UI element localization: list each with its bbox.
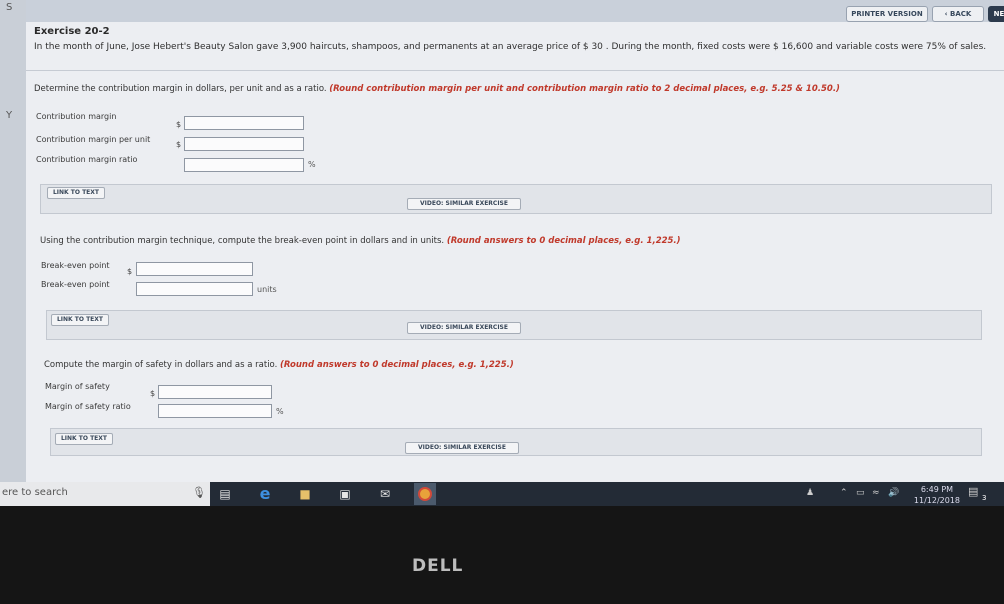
contribution-margin-currency: $	[176, 120, 182, 129]
contribution-margin-input[interactable]	[184, 116, 304, 130]
margin-of-safety-input[interactable]	[158, 385, 272, 399]
margin-of-safety-ratio-input[interactable]	[158, 404, 272, 418]
notification-count: 3	[982, 494, 987, 502]
action-center-icon[interactable]: ▤	[968, 485, 978, 498]
part2-video-button[interactable]: VIDEO: SIMILAR EXERCISE	[407, 322, 521, 334]
clock-time: 6:49 PM	[920, 485, 954, 494]
contribution-margin-per-unit-label: Contribution margin per unit	[36, 135, 151, 144]
part1-link-to-text-button[interactable]: LINK TO TEXT	[47, 187, 105, 199]
chrome-icon	[418, 487, 432, 501]
printer-version-button[interactable]: PRINTER VERSION	[846, 6, 928, 22]
margin-of-safety-currency: $	[150, 389, 156, 398]
people-icon[interactable]: ♟	[806, 488, 814, 498]
top-toolbar: PRINTER VERSION ‹ BACK NE	[26, 0, 1004, 22]
part1-question-text: Determine the contribution margin in dol…	[34, 84, 327, 94]
break-even-dollars-currency: $	[127, 267, 133, 276]
windows-taskbar: ere to search 🎙 ▤ e ■ ▣ ✉ ♟ ⌃ ▭ ≈ 🔊 6:49…	[0, 482, 1004, 506]
left-strip-char-top: S	[6, 2, 13, 13]
part3-video-button[interactable]: VIDEO: SIMILAR EXERCISE	[405, 442, 519, 454]
left-sidebar-strip: S Y	[0, 0, 27, 482]
dell-logo: DELL	[412, 556, 464, 576]
part2-resources-bar: LINK TO TEXT VIDEO: SIMILAR EXERCISE	[46, 310, 982, 340]
problem-statement: In the month of June, Jose Hebert's Beau…	[34, 42, 987, 52]
battery-icon[interactable]: ▭	[856, 488, 865, 498]
chrome-icon-tile[interactable]	[414, 483, 436, 505]
part2-instruction: (Round answers to 0 decimal places, e.g.…	[446, 236, 681, 246]
file-explorer-icon[interactable]: ■	[296, 485, 314, 503]
break-even-units-label: Break-even point	[41, 280, 110, 289]
part1-question: Determine the contribution margin in dol…	[34, 84, 840, 94]
part1-video-button[interactable]: VIDEO: SIMILAR EXERCISE	[407, 198, 521, 210]
contribution-margin-per-unit-input[interactable]	[184, 137, 304, 151]
contribution-margin-label: Contribution margin	[36, 112, 117, 121]
part2-question-text: Using the contribution margin technique,…	[40, 236, 445, 246]
contribution-margin-per-unit-currency: $	[176, 140, 182, 149]
part3-question: Compute the margin of safety in dollars …	[44, 360, 514, 370]
part2-link-to-text-button[interactable]: LINK TO TEXT	[51, 314, 109, 326]
mail-icon[interactable]: ✉	[376, 485, 394, 503]
store-icon[interactable]: ▣	[336, 485, 354, 503]
chevron-up-icon[interactable]: ⌃	[840, 488, 848, 498]
break-even-units-suffix: units	[257, 285, 277, 294]
break-even-dollars-label: Break-even point	[41, 261, 110, 270]
break-even-units-input[interactable]	[136, 282, 253, 296]
taskbar-clock[interactable]: 6:49 PM 11/12/2018	[914, 484, 960, 506]
part3-instruction: (Round answers to 0 decimal places, e.g.…	[280, 360, 514, 370]
wifi-icon[interactable]: ≈	[872, 488, 880, 498]
margin-of-safety-ratio-percent: %	[276, 407, 284, 416]
divider	[26, 70, 1004, 71]
taskbar-search-text: ere to search	[2, 487, 68, 498]
task-view-icon[interactable]: ▤	[216, 485, 234, 503]
monitor-screen: S Y PRINTER VERSION ‹ BACK NE Exercise 2…	[0, 0, 1004, 506]
contribution-margin-ratio-label: Contribution margin ratio	[36, 155, 138, 164]
edge-icon[interactable]: e	[256, 485, 274, 503]
part2-question: Using the contribution margin technique,…	[40, 236, 681, 246]
exercise-title: Exercise 20-2	[34, 26, 110, 37]
next-button[interactable]: NE	[988, 6, 1004, 22]
break-even-dollars-input[interactable]	[136, 262, 253, 276]
part3-question-text: Compute the margin of safety in dollars …	[44, 360, 278, 370]
back-button[interactable]: ‹ BACK	[932, 6, 984, 22]
exercise-content: Exercise 20-2 In the month of June, Jose…	[26, 22, 1004, 482]
part3-resources-bar: LINK TO TEXT VIDEO: SIMILAR EXERCISE	[50, 428, 982, 456]
margin-of-safety-ratio-label: Margin of safety ratio	[45, 402, 131, 411]
part1-resources-bar: LINK TO TEXT VIDEO: SIMILAR EXERCISE	[40, 184, 992, 214]
left-strip-char-mid: Y	[6, 110, 13, 121]
part1-instruction: (Round contribution margin per unit and …	[329, 84, 840, 94]
microphone-icon[interactable]: 🎙	[192, 486, 206, 499]
clock-date: 11/12/2018	[913, 496, 960, 505]
contribution-margin-ratio-percent: %	[308, 160, 316, 169]
taskbar-search-box[interactable]: ere to search 🎙	[0, 482, 210, 506]
contribution-margin-ratio-input[interactable]	[184, 158, 304, 172]
volume-icon[interactable]: 🔊	[888, 488, 899, 498]
part3-link-to-text-button[interactable]: LINK TO TEXT	[55, 433, 113, 445]
margin-of-safety-label: Margin of safety	[45, 382, 110, 391]
